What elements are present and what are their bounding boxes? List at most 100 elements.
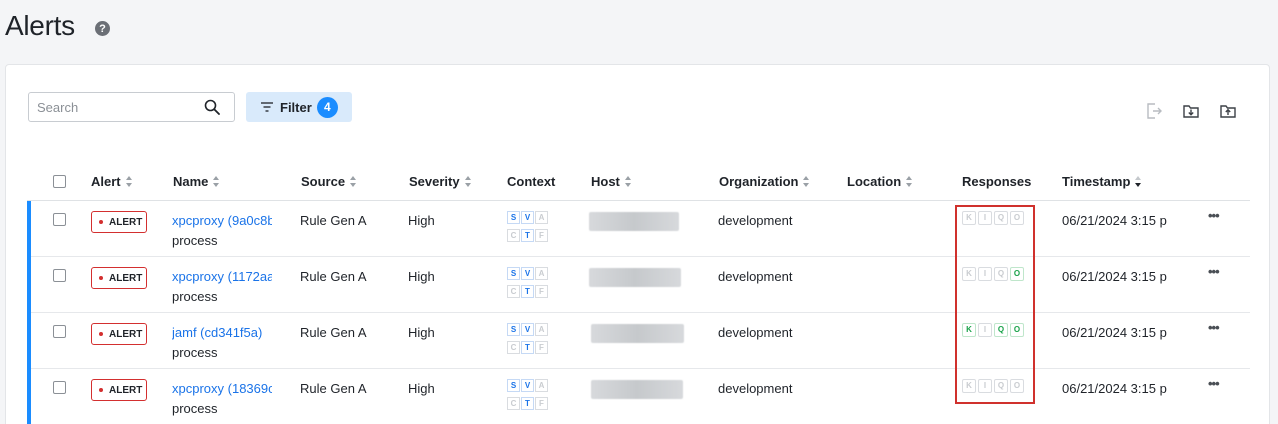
row-checkbox[interactable]: [53, 213, 66, 226]
column-header-host[interactable]: Host: [591, 174, 632, 189]
timestamp-cell: 06/21/2024 3:15 p: [1062, 269, 1167, 284]
response-chip-o: O: [1010, 267, 1024, 281]
source-cell: Rule Gen A: [300, 213, 367, 228]
row-severity-bar: [27, 313, 31, 369]
context-chip-f: F: [535, 229, 548, 242]
row-checkbox[interactable]: [53, 269, 66, 282]
source-cell: Rule Gen A: [300, 325, 367, 340]
help-icon[interactable]: ?: [95, 21, 110, 36]
table-row[interactable]: ALERT xpcproxy (9a0c8b process Rule Gen …: [27, 201, 1250, 257]
context-chips: SVA CTF: [507, 379, 555, 415]
host-redacted: [591, 380, 683, 399]
search-box[interactable]: [28, 92, 235, 122]
response-chip-q: Q: [994, 323, 1008, 337]
organization-cell: development: [718, 213, 793, 228]
column-header-host-label: Host: [591, 174, 620, 189]
column-header-organization[interactable]: Organization: [719, 174, 810, 189]
context-chips: SVA CTF: [507, 211, 555, 247]
row-more-menu-icon[interactable]: •••: [1208, 321, 1220, 334]
organization-cell: development: [718, 269, 793, 284]
alert-badge-label: ALERT: [109, 328, 143, 340]
timestamp-cell: 06/21/2024 3:15 p: [1062, 325, 1167, 340]
filter-label: Filter: [280, 99, 312, 115]
export-icon[interactable]: [1144, 102, 1162, 120]
name-link[interactable]: jamf (cd341f5a): [172, 323, 272, 343]
context-chip-t: T: [521, 229, 534, 242]
sort-icon[interactable]: [464, 176, 472, 187]
context-chip-f: F: [535, 285, 548, 298]
context-chip-f: F: [535, 397, 548, 410]
response-chips: KIQO: [962, 267, 1024, 281]
column-header-responses: Responses: [962, 174, 1031, 189]
context-chip-f: F: [535, 341, 548, 354]
filter-button[interactable]: Filter 4: [246, 92, 352, 122]
table-row[interactable]: ALERT xpcproxy (1172aa process Rule Gen …: [27, 257, 1250, 313]
alert-dot-icon: [99, 220, 103, 224]
alert-badge-label: ALERT: [109, 216, 143, 228]
sort-icon[interactable]: [125, 176, 133, 187]
context-chip-s: S: [507, 267, 520, 280]
sort-icon[interactable]: [906, 176, 913, 187]
select-all-checkbox[interactable]: [53, 175, 66, 188]
context-chip-c: C: [507, 229, 520, 242]
table-row[interactable]: ALERT jamf (cd341f5a) process Rule Gen A…: [27, 313, 1250, 369]
column-header-source[interactable]: Source: [301, 174, 357, 189]
response-chip-o: O: [1010, 323, 1024, 337]
source-cell: Rule Gen A: [300, 381, 367, 396]
context-chip-t: T: [521, 341, 534, 354]
context-chip-v: V: [521, 379, 534, 392]
response-chip-i: I: [978, 211, 992, 225]
row-more-menu-icon[interactable]: •••: [1208, 209, 1220, 222]
response-chip-q: Q: [994, 379, 1008, 393]
context-chip-c: C: [507, 285, 520, 298]
context-chip-v: V: [521, 267, 534, 280]
name-link[interactable]: xpcproxy (1172aa: [172, 267, 272, 287]
column-header-severity[interactable]: Severity: [409, 174, 472, 189]
context-chip-t: T: [521, 285, 534, 298]
sort-icon[interactable]: [803, 176, 810, 187]
sort-icon[interactable]: [624, 176, 632, 187]
table-row[interactable]: ALERT xpcproxy (18369c process Rule Gen …: [27, 369, 1250, 424]
upload-icon[interactable]: [1219, 102, 1237, 120]
column-header-location-label: Location: [847, 174, 902, 189]
column-header-name[interactable]: Name: [173, 174, 220, 189]
search-input[interactable]: [37, 100, 187, 115]
row-checkbox[interactable]: [53, 381, 66, 394]
alert-dot-icon: [99, 276, 103, 280]
context-chip-a: A: [535, 323, 548, 336]
response-chip-k: K: [962, 323, 976, 337]
row-more-menu-icon[interactable]: •••: [1208, 377, 1220, 390]
column-header-context: Context: [507, 174, 555, 189]
column-header-timestamp[interactable]: Timestamp: [1062, 174, 1142, 189]
alert-dot-icon: [99, 332, 103, 336]
column-header-location[interactable]: Location: [847, 174, 913, 189]
download-icon[interactable]: [1182, 102, 1200, 120]
response-chips: KIQO: [962, 323, 1024, 337]
timestamp-cell: 06/21/2024 3:15 p: [1062, 213, 1167, 228]
alert-badge: ALERT: [91, 211, 147, 233]
response-chip-i: I: [978, 267, 992, 281]
context-chip-c: C: [507, 397, 520, 410]
column-header-alert[interactable]: Alert: [91, 174, 133, 189]
host-redacted: [589, 212, 679, 231]
alert-dot-icon: [99, 388, 103, 392]
name-cell: xpcproxy (1172aa process: [172, 267, 272, 307]
name-link[interactable]: xpcproxy (18369c: [172, 379, 272, 399]
context-chips: SVA CTF: [507, 323, 555, 359]
row-checkbox[interactable]: [53, 325, 66, 338]
column-header-context-label: Context: [507, 174, 556, 189]
row-severity-bar: [27, 257, 31, 313]
host-redacted: [589, 268, 681, 287]
response-chip-o: O: [1010, 379, 1024, 393]
sort-icon[interactable]: [350, 176, 357, 187]
context-chip-s: S: [507, 379, 520, 392]
row-severity-bar: [27, 201, 31, 257]
sort-icon[interactable]: [213, 176, 220, 187]
search-icon[interactable]: [204, 99, 220, 115]
name-type: process: [172, 289, 218, 304]
sort-desc-icon[interactable]: [1135, 176, 1142, 187]
filter-icon: [261, 102, 273, 112]
name-link[interactable]: xpcproxy (9a0c8b: [172, 211, 272, 231]
context-chip-t: T: [521, 397, 534, 410]
row-more-menu-icon[interactable]: •••: [1208, 265, 1220, 278]
